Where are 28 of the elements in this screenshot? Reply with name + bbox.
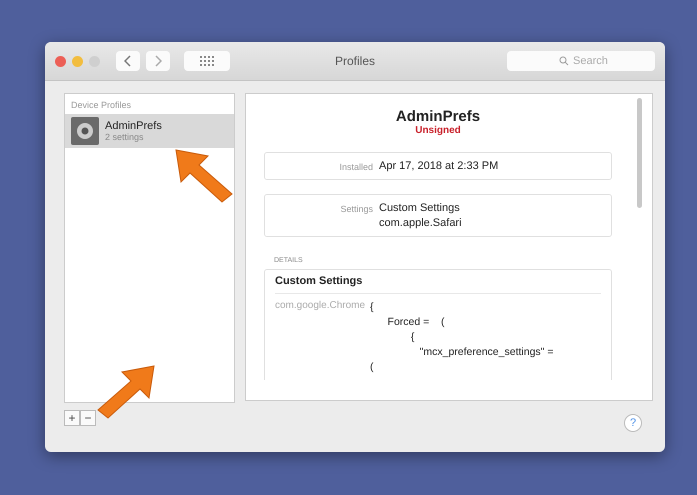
field-value: Custom Settings xyxy=(379,202,461,214)
profile-item[interactable]: AdminPrefs 2 settings xyxy=(65,114,234,148)
remove-button[interactable]: − xyxy=(80,410,96,426)
chevron-right-icon xyxy=(154,55,162,67)
field-label: Installed xyxy=(338,161,373,172)
details-title: Custom Settings xyxy=(275,275,601,294)
profile-name: AdminPrefs xyxy=(105,120,162,132)
grid-icon xyxy=(200,56,214,66)
field-value: com.apple.Safari xyxy=(379,217,463,229)
setting-key: com.google.Chrome xyxy=(275,300,366,375)
chevron-left-icon xyxy=(124,55,132,67)
forward-button[interactable] xyxy=(146,51,170,71)
search-field[interactable]: Search xyxy=(507,51,655,71)
field-value: Apr 17, 2018 at 2:33 PM xyxy=(379,160,500,172)
sidebar-heading: Device Profiles xyxy=(70,99,132,112)
back-button[interactable] xyxy=(116,51,140,71)
profile-subtitle: 2 settings xyxy=(105,132,145,142)
scrollbar[interactable] xyxy=(637,98,642,208)
window-title: Profiles xyxy=(335,54,375,68)
signature-status: Unsigned xyxy=(415,125,461,136)
field-label: Settings xyxy=(339,203,373,216)
close-button[interactable] xyxy=(55,56,66,66)
minimize-button[interactable] xyxy=(72,56,83,66)
setting-value: { Forced = ( { "mcx_preference_settings" = ( xyxy=(370,300,554,375)
search-icon xyxy=(559,56,569,66)
add-button[interactable]: + xyxy=(64,410,80,426)
show-all-button[interactable] xyxy=(184,51,230,71)
profile-title: AdminPrefs xyxy=(396,108,480,125)
